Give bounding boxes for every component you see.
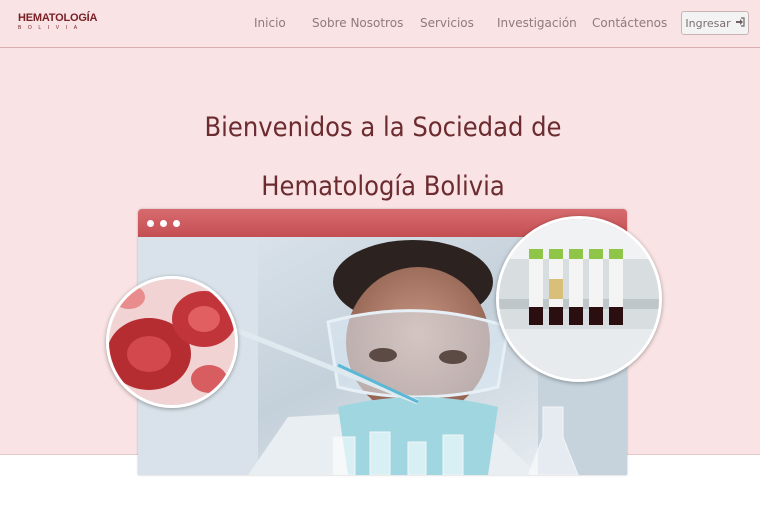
sign-in-icon — [735, 16, 745, 30]
nav-link-investigacion[interactable]: Investigación — [497, 16, 577, 30]
login-button[interactable]: Ingresar — [681, 11, 749, 35]
window-dot-icon — [173, 220, 180, 227]
brand-logo[interactable]: HEMATOLOGÍA BOLIVIA — [18, 12, 97, 31]
window-dot-icon — [147, 220, 154, 227]
nav-link-servicios[interactable]: Servicios — [420, 16, 474, 30]
hero-title-line-1: Bienvenidos a la Sociedad de — [204, 112, 562, 143]
nav-link-contactenos[interactable]: Contáctenos — [592, 16, 667, 30]
brand-subtitle: BOLIVIA — [18, 25, 84, 31]
top-navbar: HEMATOLOGÍA BOLIVIA Inicio Sobre Nosotro… — [0, 0, 760, 48]
nav-link-inicio[interactable]: Inicio — [254, 16, 286, 30]
hero-title-line-2: Hematología Bolivia — [261, 171, 505, 202]
hero-title: Bienvenidos a la Sociedad de Hematología… — [0, 98, 760, 216]
nav-link-sobre-nosotros[interactable]: Sobre Nosotros — [312, 16, 403, 30]
test-tubes-image — [496, 216, 662, 382]
red-blood-cells-image — [106, 276, 238, 408]
window-dot-icon — [160, 220, 167, 227]
login-button-label: Ingresar — [685, 16, 731, 30]
brand-name: HEMATOLOGÍA — [18, 12, 98, 24]
